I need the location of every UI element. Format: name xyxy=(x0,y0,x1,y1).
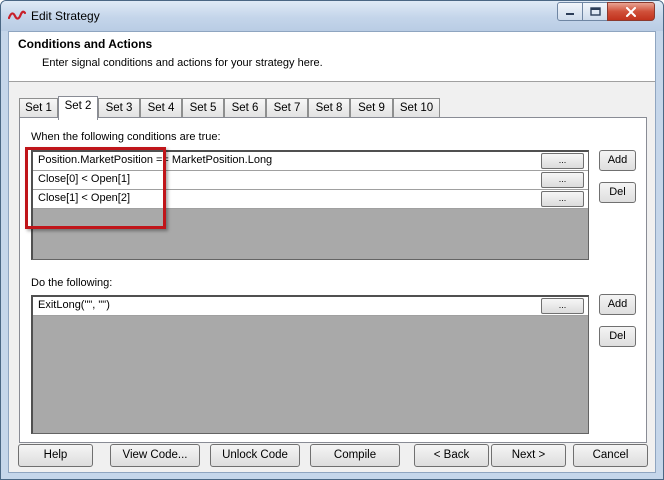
page-subtitle: Enter signal conditions and actions for … xyxy=(42,57,323,69)
add-action-button[interactable]: Add xyxy=(599,294,636,315)
tab-set-1[interactable]: Set 1 xyxy=(19,98,58,118)
condition-text: Close[0] < Open[1] xyxy=(38,173,131,185)
page-title: Conditions and Actions xyxy=(18,37,153,51)
header-panel: Conditions and Actions Enter signal cond… xyxy=(9,32,655,82)
maximize-button[interactable] xyxy=(582,2,608,21)
app-logo-icon xyxy=(8,10,26,20)
action-text: ExitLong("", "") xyxy=(38,299,110,311)
unlock-code-button[interactable]: Unlock Code xyxy=(210,444,300,467)
maximize-icon xyxy=(589,7,601,16)
tab-set-9[interactable]: Set 9 xyxy=(350,98,393,118)
condition-row[interactable]: Position.MarketPosition == MarketPositio… xyxy=(33,152,588,171)
window-title: Edit Strategy xyxy=(31,9,100,23)
tab-set-10[interactable]: Set 10 xyxy=(393,98,440,118)
tab-panel-set-2: When the following conditions are true: … xyxy=(19,117,647,443)
cancel-button[interactable]: Cancel xyxy=(573,444,648,467)
back-button[interactable]: < Back xyxy=(414,444,489,467)
condition-text: Close[1] < Open[2] xyxy=(38,192,131,204)
delete-condition-button[interactable]: Del xyxy=(599,182,636,203)
edit-condition-button[interactable]: ... xyxy=(541,191,584,207)
conditions-grid[interactable]: Position.MarketPosition == MarketPositio… xyxy=(31,150,589,260)
edit-strategy-window: Edit Strategy Conditions and Actions Ent… xyxy=(0,0,664,480)
tab-set-6[interactable]: Set 6 xyxy=(224,98,266,118)
view-code-button[interactable]: View Code... xyxy=(110,444,200,467)
edit-action-button[interactable]: ... xyxy=(541,298,584,314)
dialog-client: Conditions and Actions Enter signal cond… xyxy=(8,31,656,473)
next-button[interactable]: Next > xyxy=(491,444,566,467)
condition-text: Position.MarketPosition == MarketPositio… xyxy=(38,154,273,166)
close-icon xyxy=(626,6,636,17)
tab-set-4[interactable]: Set 4 xyxy=(140,98,182,118)
close-button[interactable] xyxy=(607,2,655,21)
actions-grid[interactable]: ExitLong("", "") ... xyxy=(31,295,589,434)
edit-condition-button[interactable]: ... xyxy=(541,172,584,188)
condition-row[interactable]: Close[1] < Open[2] ... xyxy=(33,190,588,209)
action-row[interactable]: ExitLong("", "") ... xyxy=(33,297,588,316)
help-button[interactable]: Help xyxy=(18,444,93,467)
delete-action-button[interactable]: Del xyxy=(599,326,636,347)
edit-condition-button[interactable]: ... xyxy=(541,153,584,169)
title-bar[interactable]: Edit Strategy xyxy=(1,1,663,31)
minimize-button[interactable] xyxy=(557,2,583,21)
add-condition-button[interactable]: Add xyxy=(599,150,636,171)
compile-button[interactable]: Compile xyxy=(310,444,400,467)
actions-label: Do the following: xyxy=(31,277,113,289)
condition-row[interactable]: Close[0] < Open[1] ... xyxy=(33,171,588,190)
minimize-icon xyxy=(566,12,574,15)
tab-set-7[interactable]: Set 7 xyxy=(266,98,308,118)
tab-set-2[interactable]: Set 2 xyxy=(58,96,98,120)
conditions-label: When the following conditions are true: xyxy=(31,131,221,143)
tab-set-8[interactable]: Set 8 xyxy=(308,98,350,118)
tab-set-3[interactable]: Set 3 xyxy=(98,98,140,118)
tab-set-5[interactable]: Set 5 xyxy=(182,98,224,118)
